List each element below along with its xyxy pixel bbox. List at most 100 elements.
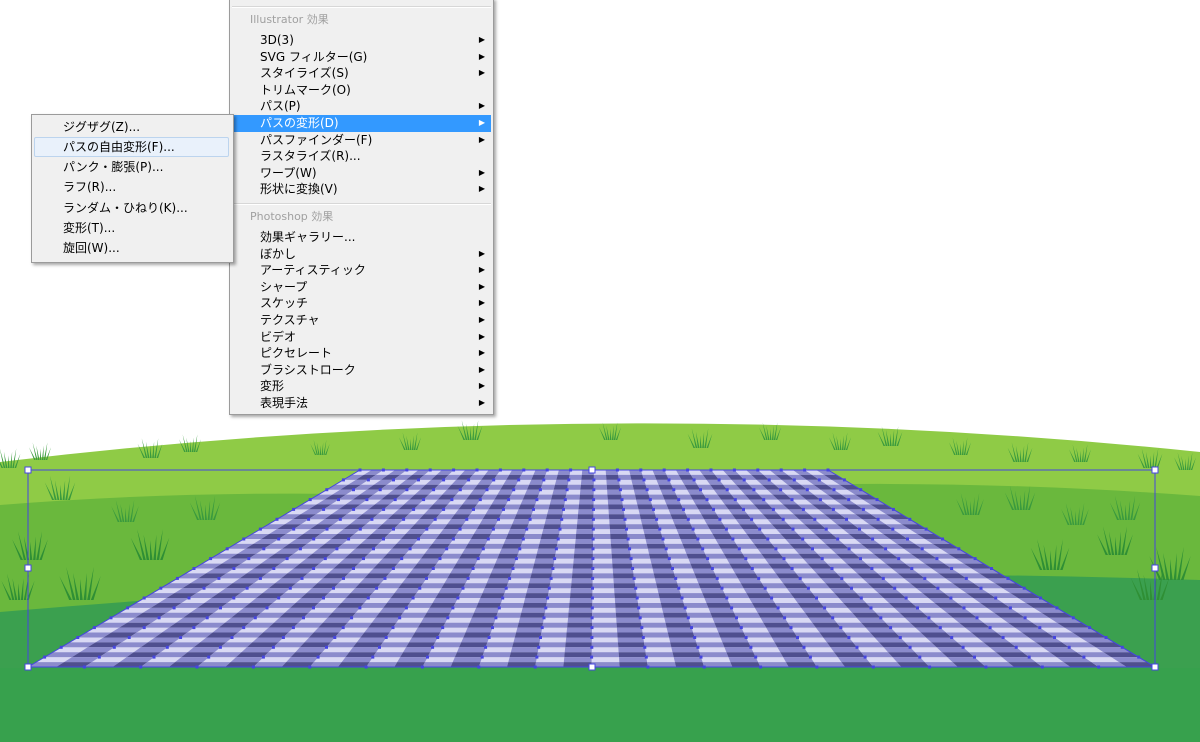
submenu-item-roughen[interactable]: ラフ(R)... (34, 177, 229, 197)
anchor-point (824, 527, 828, 531)
cloth-check-cell (495, 558, 517, 564)
menu-item-video[interactable]: ビデオ ▶ (232, 329, 491, 346)
menu-item-effect-gallery[interactable]: 効果ギャラリー... (232, 229, 491, 246)
menu-item-label: パスファインダー(F) (260, 132, 373, 147)
submenu-item-zigzag[interactable]: ジグザグ(Z)... (34, 117, 229, 137)
cloth-check-cell (565, 494, 580, 500)
cloth-check-cell (662, 494, 679, 500)
menu-item-stylize-ps[interactable]: 表現手法 ▶ (232, 395, 491, 412)
selection-handle[interactable] (1151, 663, 1159, 671)
cloth-check-cell (663, 612, 689, 618)
anchor-point (783, 616, 787, 620)
anchor-point (532, 507, 535, 511)
cloth-check-cell (565, 637, 592, 643)
anchor-point (1104, 636, 1108, 639)
anchor-point (805, 488, 809, 492)
cloth-check-cell (726, 652, 756, 658)
menu-item-rasterize[interactable]: ラスタライズ(R)... (232, 148, 491, 165)
menu-item-svg-filter[interactable]: SVG フィルター(G) ▶ (232, 49, 491, 66)
anchor-point (312, 537, 316, 541)
anchor-point (159, 586, 163, 590)
cloth-check-cell (527, 583, 551, 589)
submenu-arrow-icon: ▶ (478, 281, 485, 291)
anchor-point (497, 606, 501, 610)
anchor-point (451, 606, 455, 610)
submenu-item-pucker-bloat[interactable]: パンク・膨張(P)... (34, 157, 229, 177)
selection-handle[interactable] (24, 663, 32, 671)
anchor-point (438, 557, 442, 561)
anchor-point (645, 488, 649, 492)
anchor-point (232, 596, 236, 600)
cloth-check-cell (403, 647, 433, 653)
menu-item-pathfinder[interactable]: パスファインダー(F) ▶ (232, 132, 491, 149)
cloth-check-cell (567, 484, 581, 490)
anchor-point (325, 527, 329, 531)
menu-item-path[interactable]: パス(P) ▶ (232, 98, 491, 115)
menu-item-pixelate[interactable]: ピクセレート ▶ (232, 345, 491, 362)
anchor-point (622, 507, 625, 511)
menu-item-sharpen[interactable]: シャープ ▶ (232, 279, 491, 296)
anchor-point (1014, 645, 1018, 649)
cloth-check-cell (592, 603, 616, 608)
cloth-check-cell (509, 652, 538, 658)
anchor-point (712, 507, 715, 511)
submenu-item-tweak[interactable]: ランダム・ひねり(K)... (34, 198, 229, 218)
anchor-point (962, 606, 966, 610)
cloth-check-cell (484, 583, 508, 589)
anchor-point (776, 606, 780, 610)
cloth-check-cell (651, 563, 673, 569)
submenu-item-transform[interactable]: 変形(T)... (34, 218, 229, 238)
cloth-check-cell (351, 612, 380, 618)
cloth-check-cell (557, 470, 571, 475)
cloth-check-cell (591, 662, 620, 667)
cloth-check-cell (463, 583, 487, 589)
anchor-point (744, 557, 748, 561)
cloth-check-cell (533, 504, 550, 510)
anchor-point (242, 537, 246, 541)
cloth-check-cell (400, 652, 431, 658)
menu-item-texture[interactable]: テクスチャ ▶ (232, 312, 491, 329)
menu-item-sketch[interactable]: スケッチ ▶ (232, 295, 491, 312)
grass-foreground (0, 668, 1200, 742)
submenu-item-label: ランダム・ひねり(K)... (63, 201, 188, 215)
anchor-point (750, 567, 754, 570)
anchor-point (378, 645, 381, 649)
menu-item-warp[interactable]: ワープ(W) ▶ (232, 165, 491, 182)
selection-handle[interactable] (24, 466, 32, 474)
cloth-check-cell (607, 494, 622, 500)
menu-item-trim-marks[interactable]: トリムマーク(O) (232, 82, 491, 99)
cloth-check-cell (419, 583, 445, 589)
submenu-item-twist[interactable]: 旋回(W)... (34, 238, 229, 258)
menu-item-label: アーティスティック (260, 263, 366, 278)
selection-handle[interactable] (588, 466, 596, 474)
anchor-point (422, 498, 426, 502)
menu-item-artistic[interactable]: アーティスティック ▶ (232, 262, 491, 279)
anchor-point (480, 655, 484, 659)
anchor-point (774, 547, 778, 551)
anchor-point (699, 488, 702, 492)
menu-item-distort[interactable]: 変形 ▶ (232, 378, 491, 395)
menu-item-blur[interactable]: ぼかし ▶ (232, 246, 491, 263)
selection-handle[interactable] (1151, 466, 1159, 474)
anchor-point (502, 507, 505, 511)
selection-handle[interactable] (588, 663, 596, 671)
menu-item-distort-transform[interactable]: パスの変形(D) ▶ (232, 115, 491, 132)
selection-handle[interactable] (24, 564, 32, 572)
cloth-check-cell (350, 588, 377, 594)
cloth-check-cell (729, 563, 753, 569)
menu-item-3d[interactable]: 3D(3) ▶ (232, 32, 491, 49)
cloth-check-cell (452, 657, 483, 663)
cloth-check-cell (545, 514, 563, 520)
menu-item-convert-to-shape[interactable]: 形状に変換(V) ▶ (232, 181, 491, 198)
anchor-point (941, 537, 944, 541)
anchor-point (699, 655, 703, 659)
cloth-check-cell (702, 593, 727, 598)
anchor-point (258, 576, 262, 580)
anchor-point (701, 547, 705, 551)
cloth-check-cell (630, 553, 651, 559)
selection-handle[interactable] (1151, 564, 1159, 572)
menu-item-stylize[interactable]: スタイライズ(S) ▶ (232, 65, 491, 82)
menu-item-brush-strokes[interactable]: ブラシストローク ▶ (232, 362, 491, 379)
submenu-item-free-distort[interactable]: パスの自由変形(F)... (34, 137, 229, 157)
anchor-point (592, 498, 596, 502)
